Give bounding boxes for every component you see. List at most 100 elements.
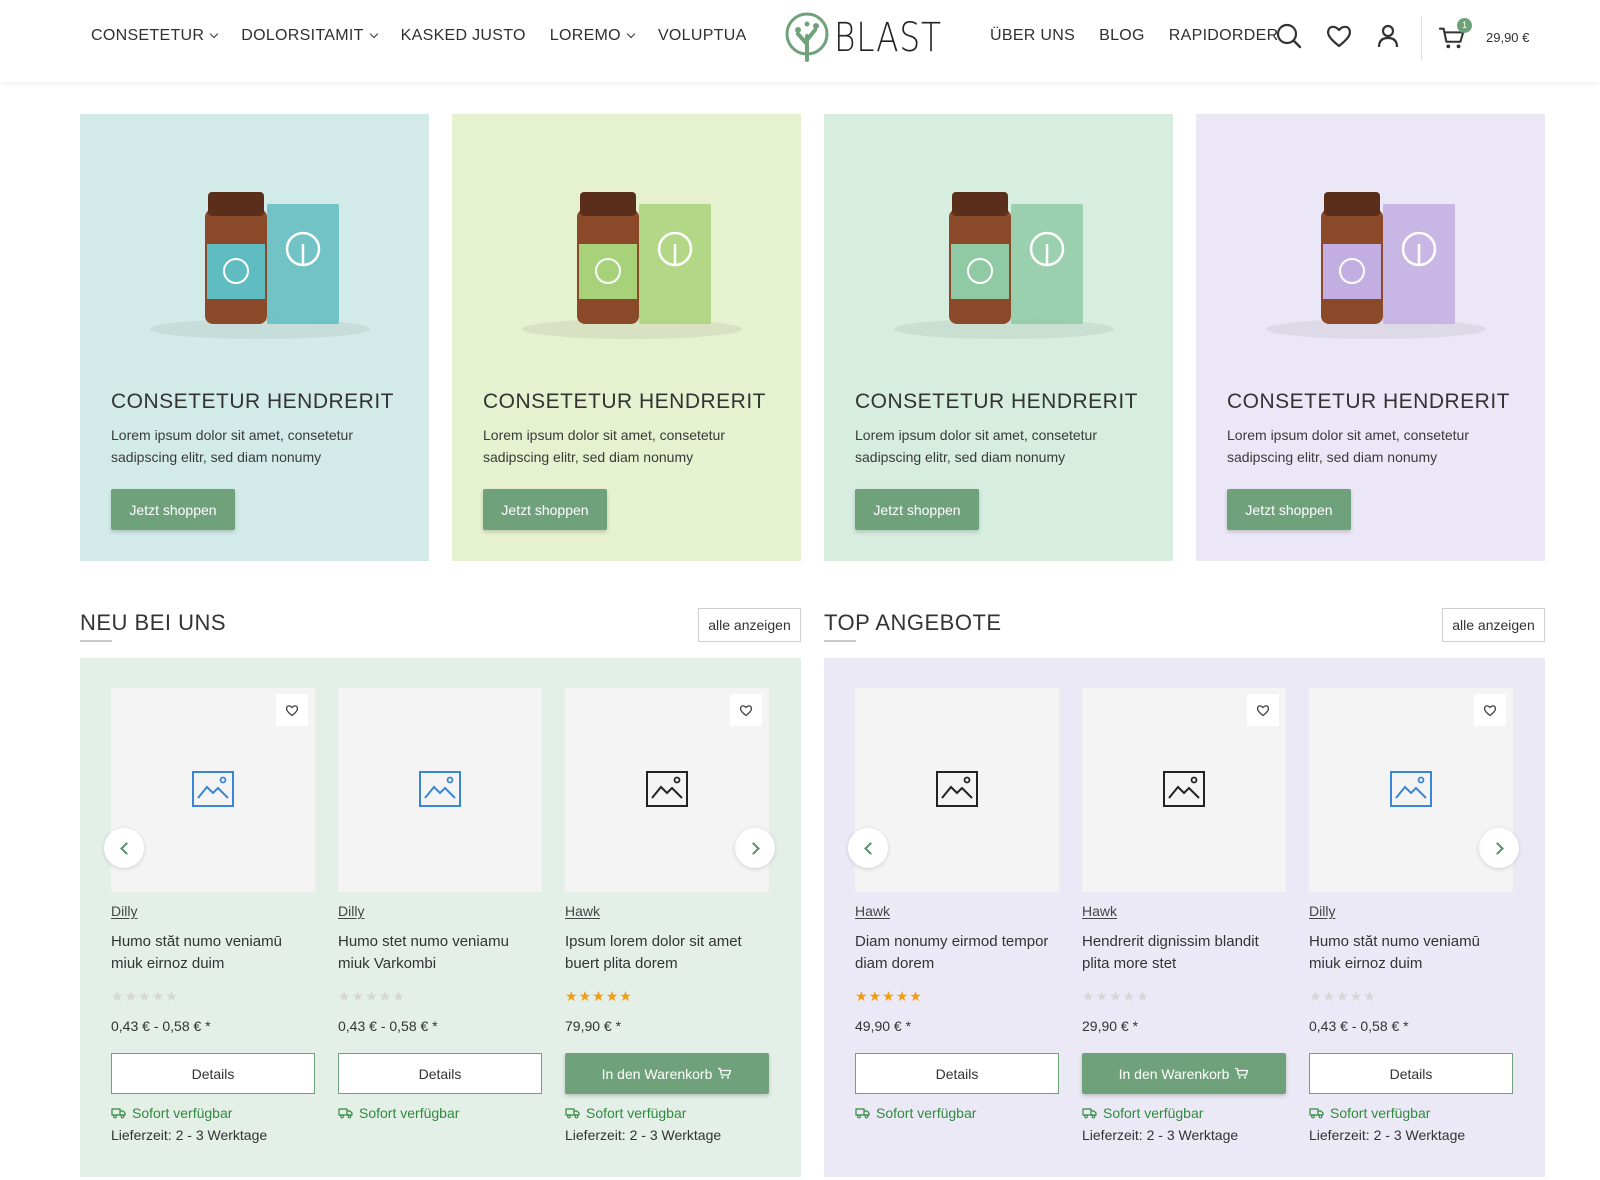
product-rating: ★ ★ ★ ★ ★ bbox=[855, 988, 922, 1005]
product-brand-link[interactable]: Hawk bbox=[855, 903, 890, 919]
details-button[interactable]: Details bbox=[111, 1053, 315, 1094]
slider-prev-button[interactable] bbox=[104, 828, 144, 868]
product-price: 79,90 € * bbox=[565, 1018, 622, 1034]
section-title: TOP ANGEBOTE bbox=[824, 610, 1002, 635]
nav-item-ueber-uns[interactable]: ÜBER UNS bbox=[990, 27, 1075, 45]
product-brand-link[interactable]: Hawk bbox=[565, 903, 600, 919]
rating-star-icon: ★ bbox=[592, 988, 605, 1004]
product-brand-link[interactable]: Dilly bbox=[111, 903, 137, 919]
main-nav-left: CONSETETUR DOLORSITAMIT KASKED JUSTO LOR… bbox=[91, 27, 771, 45]
shop-now-button[interactable]: Jetzt shoppen bbox=[1227, 489, 1351, 530]
slider-prev-button[interactable] bbox=[848, 828, 888, 868]
truck-icon bbox=[1082, 1108, 1097, 1119]
rating-star-icon: ★ bbox=[111, 988, 124, 1004]
details-button[interactable]: Details bbox=[1309, 1053, 1513, 1094]
product-name[interactable]: Diam nonumy eirmod tempor diam dorem bbox=[855, 931, 1059, 975]
product-name[interactable]: Humo stet numo veniamu miuk Varkombi bbox=[338, 931, 542, 975]
nav-item-rapidorder[interactable]: RAPIDORDER bbox=[1169, 27, 1279, 45]
availability-status: Sofort verfügbar bbox=[1309, 1105, 1430, 1121]
promo-description: Lorem ipsum dolor sit amet, consetetur s… bbox=[1227, 427, 1469, 465]
slider-next-button[interactable] bbox=[735, 828, 775, 868]
section-title: NEU BEI UNS bbox=[80, 610, 227, 635]
rating-star-icon: ★ bbox=[565, 988, 578, 1004]
add-to-cart-button[interactable]: In den Warenkorb bbox=[565, 1053, 769, 1094]
wishlist-button[interactable] bbox=[1247, 694, 1279, 726]
nav-item-voluptua[interactable]: VOLUPTUA bbox=[658, 27, 747, 45]
rating-star-icon: ★ bbox=[165, 988, 178, 1004]
heart-icon bbox=[1256, 704, 1270, 716]
rating-star-icon: ★ bbox=[338, 988, 351, 1004]
product-name[interactable]: Ipsum lorem dolor sit amet buert plita d… bbox=[565, 931, 769, 975]
user-icon[interactable] bbox=[1374, 22, 1402, 50]
rating-star-icon: ★ bbox=[1095, 988, 1109, 1004]
rating-star-icon: ★ bbox=[1109, 988, 1122, 1004]
image-placeholder-icon bbox=[1163, 771, 1205, 807]
show-all-button[interactable]: alle anzeigen bbox=[698, 608, 801, 642]
promo-tile[interactable]: CONSETETUR HENDRERIT Lorem ipsum dolor si… bbox=[824, 114, 1173, 561]
cart-total[interactable]: 29,90 € bbox=[1486, 30, 1529, 45]
site-header: CONSETETUR DOLORSITAMIT KASKED JUSTO LOR… bbox=[0, 0, 1600, 82]
wishlist-button[interactable] bbox=[730, 694, 762, 726]
rating-star-icon: ★ bbox=[1336, 988, 1349, 1004]
chevron-down-icon bbox=[369, 29, 378, 39]
product-image[interactable] bbox=[1309, 688, 1513, 892]
image-placeholder-icon bbox=[419, 771, 461, 807]
search-icon[interactable] bbox=[1275, 22, 1303, 50]
add-to-cart-button[interactable]: In den Warenkorb bbox=[1082, 1053, 1286, 1094]
rating-star-icon: ★ bbox=[855, 988, 868, 1004]
shop-now-button[interactable]: Jetzt shoppen bbox=[483, 489, 607, 530]
nav-item-dolorsitamit[interactable]: DOLORSITAMIT bbox=[241, 27, 378, 45]
product-image[interactable] bbox=[111, 688, 315, 892]
site-logo[interactable]: BLAST bbox=[784, 12, 966, 64]
rating-star-icon: ★ bbox=[882, 988, 895, 1004]
product-image[interactable] bbox=[565, 688, 769, 892]
wishlist-button[interactable] bbox=[276, 694, 308, 726]
details-button[interactable]: Details bbox=[338, 1053, 542, 1094]
nav-item-consetetur[interactable]: CONSETETUR bbox=[91, 27, 219, 45]
product-name[interactable]: Humo stăt numo veniamū miuk eirnoz duim bbox=[1309, 931, 1513, 975]
product-rating: ★ ★ ★ ★ ★ bbox=[565, 988, 632, 1005]
promo-tile[interactable]: CONSETETUR HENDRERIT Lorem ipsum dolor si… bbox=[1196, 114, 1545, 561]
wishlist-button[interactable] bbox=[1474, 694, 1506, 726]
product-slider: Dilly Humo stăt numo veniamū miuk eirnoz … bbox=[80, 658, 801, 1177]
product-image[interactable] bbox=[1082, 688, 1286, 892]
shop-now-button[interactable]: Jetzt shoppen bbox=[111, 489, 235, 530]
availability-status: Sofort verfügbar bbox=[1082, 1105, 1203, 1121]
product-rating: ★ ★ ★ ★ ★ bbox=[111, 988, 178, 1005]
availability-status: Sofort verfügbar bbox=[338, 1105, 459, 1121]
product-brand-link[interactable]: Hawk bbox=[1082, 903, 1117, 919]
product-name[interactable]: Humo stăt numo veniamū miuk eirnoz duim bbox=[111, 931, 315, 975]
cart-icon bbox=[1235, 1067, 1249, 1079]
product-brand-link[interactable]: Dilly bbox=[1309, 903, 1335, 919]
truck-icon bbox=[565, 1108, 580, 1119]
image-placeholder-icon bbox=[936, 771, 978, 807]
rating-star-icon: ★ bbox=[619, 988, 632, 1004]
show-all-button[interactable]: alle anzeigen bbox=[1442, 608, 1545, 642]
product-image[interactable] bbox=[855, 688, 1059, 892]
product-brand-link[interactable]: Dilly bbox=[338, 903, 364, 919]
truck-icon bbox=[1309, 1108, 1324, 1119]
promo-title: CONSETETUR HENDRERIT bbox=[483, 390, 767, 413]
rating-star-icon: ★ bbox=[1363, 988, 1376, 1004]
nav-item-kasked-justo[interactable]: KASKED JUSTO bbox=[401, 27, 526, 45]
chevron-right-icon bbox=[746, 841, 760, 855]
nav-item-loremo[interactable]: LOREMO bbox=[550, 27, 636, 45]
promo-tile[interactable]: CONSETETUR HENDRERIT Lorem ipsum dolor si… bbox=[452, 114, 801, 561]
nav-item-blog[interactable]: BLOG bbox=[1099, 27, 1145, 45]
rating-star-icon: ★ bbox=[1349, 988, 1363, 1004]
slider-next-button[interactable] bbox=[1479, 828, 1519, 868]
promo-tile[interactable]: CONSETETUR HENDRERIT Lorem ipsum dolor si… bbox=[80, 114, 429, 561]
truck-icon bbox=[855, 1108, 870, 1119]
cart-icon bbox=[718, 1067, 732, 1079]
details-button[interactable]: Details bbox=[855, 1053, 1059, 1094]
heart-icon[interactable] bbox=[1325, 22, 1353, 50]
shop-now-button[interactable]: Jetzt shoppen bbox=[855, 489, 979, 530]
rating-star-icon: ★ bbox=[578, 988, 592, 1004]
product-name[interactable]: Hendrerit dignissim blandit plita more s… bbox=[1082, 931, 1286, 975]
delivery-time: Lieferzeit: 2 - 3 Werktage bbox=[111, 1127, 268, 1143]
rating-star-icon: ★ bbox=[1136, 988, 1149, 1004]
image-placeholder-icon bbox=[192, 771, 234, 807]
product-photo bbox=[1266, 192, 1486, 339]
product-image[interactable] bbox=[338, 688, 542, 892]
product-price: 0,43 € - 0,58 € * bbox=[111, 1018, 211, 1034]
